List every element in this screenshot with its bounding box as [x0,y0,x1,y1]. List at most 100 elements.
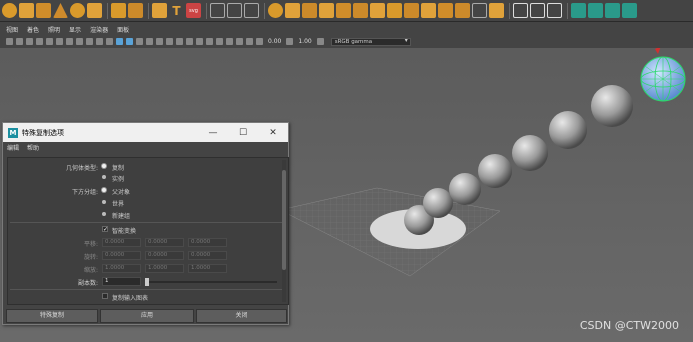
color-space-select[interactable]: sRGB gamma [330,37,411,46]
ambient-occlusion-icon[interactable] [176,38,183,45]
default-material-icon[interactable] [136,38,143,45]
options-scrollbar[interactable] [282,160,286,302]
uv-editor-icon[interactable] [571,3,586,18]
radio-new-group[interactable] [102,212,106,216]
safe-action-icon[interactable] [96,38,103,45]
split-icon[interactable] [455,3,470,18]
grid-icon[interactable] [46,38,53,45]
copies-slider-thumb[interactable] [145,278,149,286]
shadows-icon[interactable] [166,38,173,45]
exposure-value[interactable]: 0.00 [268,38,281,45]
reduce-icon[interactable] [404,3,419,18]
motion-blur-icon[interactable] [186,38,193,45]
minimize-button[interactable]: — [198,128,228,138]
color-management-icon[interactable] [316,38,324,45]
copies-field[interactable]: 1 [102,277,141,286]
plane-icon[interactable] [87,3,102,18]
safe-title-icon[interactable] [106,38,113,45]
rotate-z-field[interactable]: 0.0000 [188,251,227,260]
separate-icon[interactable] [336,3,351,18]
close-button[interactable]: 关闭 [196,309,287,323]
pipe-icon[interactable] [128,3,143,18]
radio-parent[interactable] [102,188,106,192]
radio-instance[interactable] [102,175,106,179]
svg-icon[interactable]: svg [186,3,201,18]
bevel-icon[interactable] [302,3,317,18]
field-chart-icon[interactable] [86,38,93,45]
torus-icon[interactable] [70,3,85,18]
cut-icon[interactable] [472,3,487,18]
scale-z-field[interactable]: 1.0000 [188,264,227,273]
menu-view[interactable]: 视图 [6,25,18,34]
sphere-icon[interactable] [2,3,17,18]
menu-shading[interactable]: 着色 [27,25,39,34]
smart-transform-checkbox[interactable]: ✓ [102,226,108,233]
smooth-icon[interactable] [353,3,368,18]
sphere-object[interactable] [549,111,587,149]
sphere-object[interactable] [449,173,481,205]
camera-select-icon[interactable] [6,38,13,45]
sphere-object[interactable] [478,154,512,188]
film-gate-icon[interactable] [56,38,63,45]
menu-show[interactable]: 显示 [69,25,81,34]
isolate-icon[interactable] [216,38,223,45]
cone-icon[interactable] [53,3,68,18]
duplicate-special-button[interactable]: 特殊复制 [6,309,98,323]
text-icon[interactable]: T [169,3,184,18]
menu-panels[interactable]: 面板 [117,25,129,34]
mirror-icon[interactable] [370,3,385,18]
sphere-object[interactable] [512,135,548,171]
view-gizmo[interactable] [640,48,686,102]
depth-of-field-icon[interactable] [206,38,213,45]
soccer-icon[interactable] [111,3,126,18]
sphere-object[interactable] [591,85,633,127]
menu-renderer[interactable]: 渲染器 [90,25,108,34]
smooth-shade-icon[interactable] [126,38,133,45]
uv-unfold-icon[interactable] [588,3,603,18]
maximize-button[interactable]: ☐ [228,128,258,138]
menu-help[interactable]: 帮助 [27,143,39,152]
target-icon[interactable] [547,3,562,18]
edge-loop-icon[interactable] [513,3,528,18]
lattice-icon[interactable] [210,3,225,18]
gamma-value[interactable]: 1.00 [298,38,311,45]
xray-joints-icon[interactable] [236,38,243,45]
radio-world[interactable] [102,200,106,204]
fill-hole-icon[interactable] [421,3,436,18]
multi-cut-icon[interactable] [530,3,545,18]
cylinder-icon[interactable] [36,3,51,18]
menu-edit[interactable]: 编辑 [7,143,19,152]
copies-slider-track[interactable] [145,281,277,283]
menu-lighting[interactable]: 照明 [48,25,60,34]
dialog-titlebar[interactable]: M 特殊复制选项 — ☐ ✕ [3,123,288,142]
wireframe-icon[interactable] [116,38,123,45]
sphere-object[interactable] [423,188,453,218]
scale-y-field[interactable]: 1.0000 [145,264,184,273]
xray-components-icon[interactable] [246,38,253,45]
rotate-x-field[interactable]: 0.0000 [102,251,141,260]
camera-attr-icon[interactable] [16,38,23,45]
cube-icon[interactable] [19,3,34,18]
close-window-button[interactable]: ✕ [258,128,288,138]
image-plane-icon[interactable] [36,38,43,45]
target-weld-icon[interactable] [489,3,504,18]
bookmark-icon[interactable] [26,38,33,45]
apply-button[interactable]: 应用 [100,309,194,323]
scrollbar-thumb[interactable] [282,170,286,270]
boolean-icon[interactable] [387,3,402,18]
scale-x-field[interactable]: 1.0000 [102,264,141,273]
append-icon[interactable] [438,3,453,18]
all-lights-icon[interactable] [156,38,163,45]
rotate-y-field[interactable]: 0.0000 [145,251,184,260]
textured-icon[interactable] [146,38,153,45]
xray-icon[interactable] [226,38,233,45]
bridge-icon[interactable] [268,3,283,18]
camera-icon[interactable] [244,3,259,18]
radio-copy[interactable] [102,164,106,168]
duplicate-input-graph-checkbox[interactable] [102,293,108,299]
gate-mask-icon[interactable] [76,38,83,45]
uv-cut-icon[interactable] [622,3,637,18]
uv-layout-icon[interactable] [605,3,620,18]
uv-icon[interactable] [227,3,242,18]
platonic-icon[interactable] [152,3,167,18]
